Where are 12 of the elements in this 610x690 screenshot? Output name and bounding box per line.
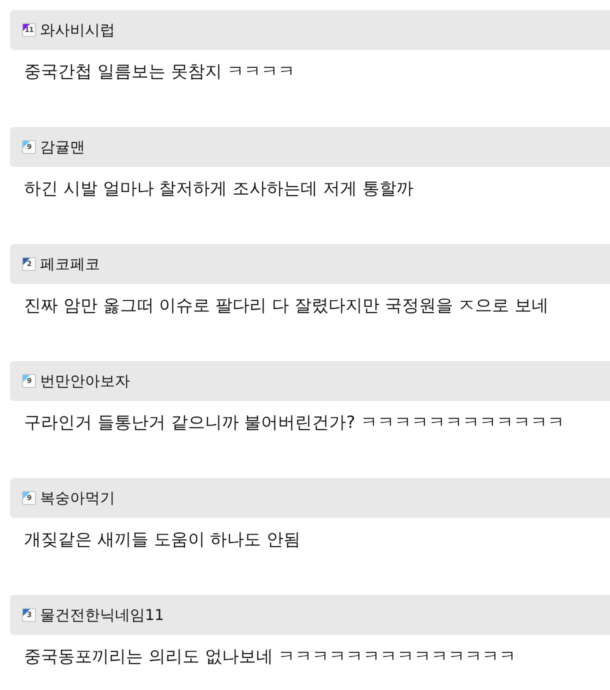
nickname[interactable]: 물건전한닉네임11: [40, 606, 164, 624]
comment-text: 하긴 시발 얼마나 찰저하게 조사하는데 저게 통할까: [23, 178, 414, 200]
comment-text: 진짜 암만 옳그떠 이슈로 팔다리 다 잘렸다지만 국정원을 ㅈ으로 보네: [23, 295, 550, 317]
nickname[interactable]: 페코페코: [40, 254, 100, 274]
nickname[interactable]: 복숭아먹기: [40, 488, 115, 508]
comment-text: 중국동포끼리는 의리도 없나보네 ㅋㅋㅋㅋㅋㅋㅋㅋㅋㅋㅋㅋㅋㅋ: [23, 646, 518, 668]
nickname[interactable]: 번만안아보자: [40, 372, 130, 390]
comment-text: 중국간첩 일름보는 못참지 ㅋㅋㅋㅋ: [23, 61, 296, 83]
nickname[interactable]: 감귤맨: [40, 138, 85, 156]
nickname[interactable]: 와사비시럽: [40, 20, 115, 40]
comment-text: 구라인거 들통난거 같으니까 불어버린건가? ㅋㅋㅋㅋㅋㅋㅋㅋㅋㅋㅋㅋ: [23, 412, 566, 434]
comment-text: 개짖같은 새끼들 도움이 하나도 안됨: [23, 529, 302, 551]
